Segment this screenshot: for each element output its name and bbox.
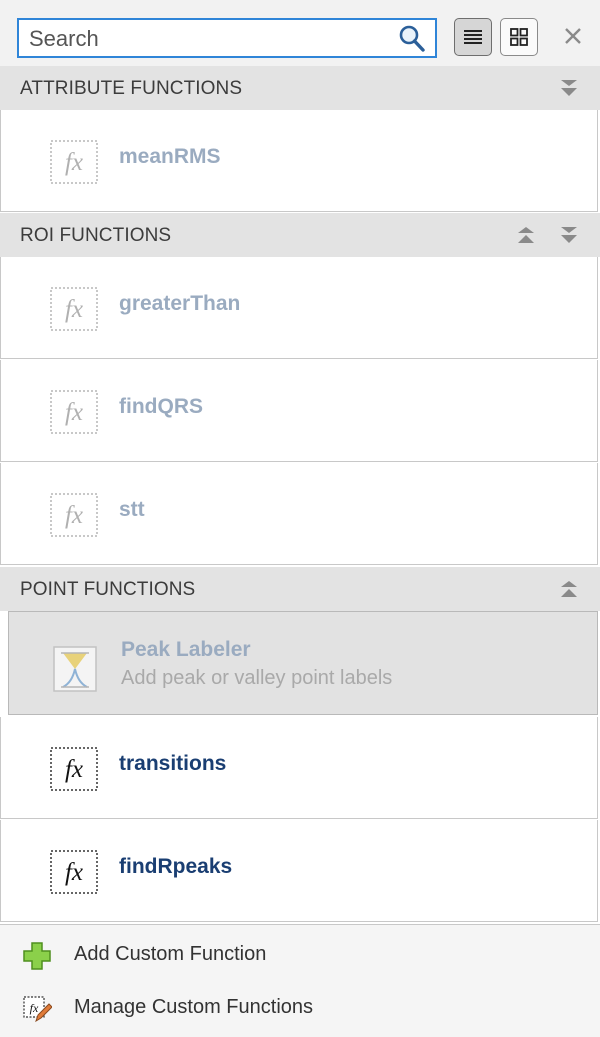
search-box[interactable] — [17, 18, 437, 58]
search-icon[interactable] — [397, 24, 427, 54]
function-item-transitions[interactable]: fx transitions — [0, 717, 598, 819]
manage-fx-edit-icon: fx — [23, 996, 52, 1023]
add-custom-function-label: Add Custom Function — [74, 943, 267, 965]
list-icon — [464, 30, 482, 44]
section-title: ATTRIBUTE FUNCTIONS — [20, 78, 243, 99]
section-title: POINT FUNCTIONS — [20, 579, 196, 600]
add-plus-icon — [23, 942, 51, 970]
grid-view-button[interactable] — [500, 18, 538, 56]
search-input[interactable] — [27, 24, 391, 54]
function-label: transitions — [119, 752, 227, 775]
fx-icon: fx — [50, 287, 98, 331]
fx-icon: fx — [50, 850, 98, 894]
function-item-findrpeaks[interactable]: fx findRpeaks — [0, 820, 598, 922]
svg-text:fx: fx — [65, 296, 83, 323]
function-item-findqrs[interactable]: fx findQRS — [0, 360, 598, 462]
manage-custom-functions-label: Manage Custom Functions — [74, 996, 314, 1018]
add-custom-function-button[interactable]: Add Custom Function — [22, 935, 442, 975]
function-label: meanRMS — [119, 145, 221, 168]
section-header-roi-functions[interactable]: ROI FUNCTIONS — [0, 213, 600, 257]
fx-icon: fx — [50, 140, 98, 184]
svg-text:fx: fx — [65, 502, 83, 529]
section-title: ROI FUNCTIONS — [20, 225, 172, 246]
function-description: Add peak or valley point labels — [121, 667, 393, 689]
fx-icon: fx — [50, 747, 98, 791]
function-label: findRpeaks — [119, 855, 233, 878]
svg-text:fx: fx — [65, 756, 83, 783]
fx-icon: fx — [50, 390, 98, 434]
svg-text:fx: fx — [65, 859, 83, 886]
function-item-meanrms[interactable]: fx meanRMS — [0, 110, 598, 212]
svg-text:fx: fx — [65, 399, 83, 426]
section-header-attribute-functions[interactable]: ATTRIBUTE FUNCTIONS — [0, 66, 600, 110]
fx-icon: fx — [50, 493, 98, 537]
collapse-up-icon[interactable] — [514, 223, 538, 247]
close-icon[interactable] — [561, 24, 585, 48]
collapse-up-icon[interactable] — [557, 577, 581, 601]
collapse-down-icon[interactable] — [557, 223, 581, 247]
grid-icon — [510, 28, 528, 46]
function-item-stt[interactable]: fx stt — [0, 463, 598, 565]
function-gallery-panel: ATTRIBUTE FUNCTIONS fx meanRMS ROI FUNCT… — [0, 0, 600, 1037]
peak-labeler-icon — [53, 646, 97, 692]
function-label: Peak Labeler — [121, 638, 251, 661]
svg-text:fx: fx — [65, 149, 83, 176]
collapse-down-icon[interactable] — [557, 76, 581, 100]
custom-function-actions: Add Custom Function fx Manage Custom Fun… — [0, 924, 600, 1037]
svg-text:fx: fx — [30, 1001, 39, 1015]
manage-custom-functions-button[interactable]: fx Manage Custom Functions — [22, 988, 442, 1028]
function-label: stt — [119, 498, 145, 521]
list-view-button[interactable] — [454, 18, 492, 56]
function-label: greaterThan — [119, 292, 241, 315]
function-item-peak-labeler[interactable]: Peak Labeler Add peak or valley point la… — [8, 611, 598, 715]
function-label: findQRS — [119, 395, 203, 418]
function-item-greaterthan[interactable]: fx greaterThan — [0, 257, 598, 359]
section-header-point-functions[interactable]: POINT FUNCTIONS — [0, 567, 600, 611]
toolbar — [0, 0, 600, 66]
